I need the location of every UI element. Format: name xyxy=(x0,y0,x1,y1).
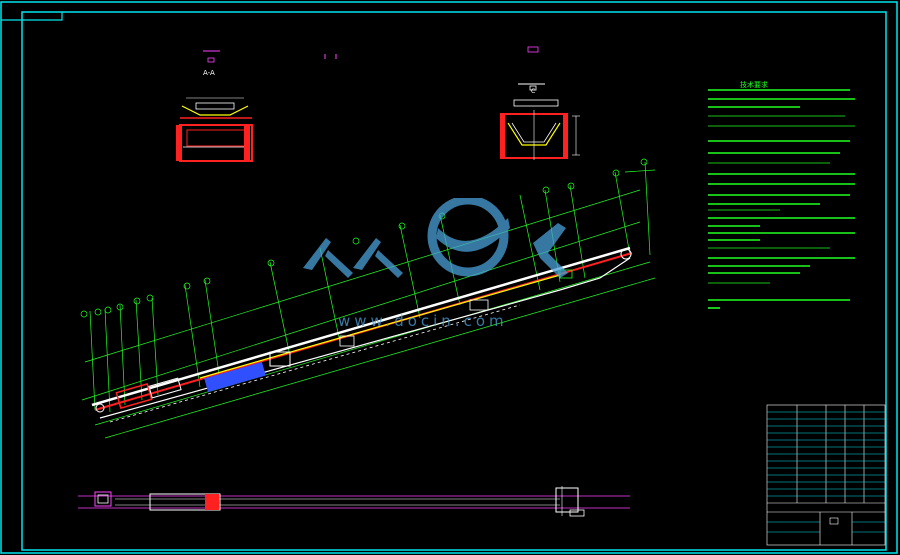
view-label-left: A-A xyxy=(203,69,215,77)
corner-tab xyxy=(1,12,63,21)
notes-title: 技术要求 xyxy=(740,81,768,89)
cad-drawing-canvas: A-A C 技术要求 www.docin.com xyxy=(0,0,900,555)
conveyor-dimension-lines xyxy=(81,161,656,439)
technical-notes xyxy=(708,89,855,309)
view-markers xyxy=(203,46,545,91)
plan-view xyxy=(78,486,630,517)
view-label-right: C xyxy=(531,88,536,95)
part-balloons xyxy=(80,158,648,318)
section-view-right xyxy=(500,99,580,160)
section-view-left xyxy=(176,97,253,162)
